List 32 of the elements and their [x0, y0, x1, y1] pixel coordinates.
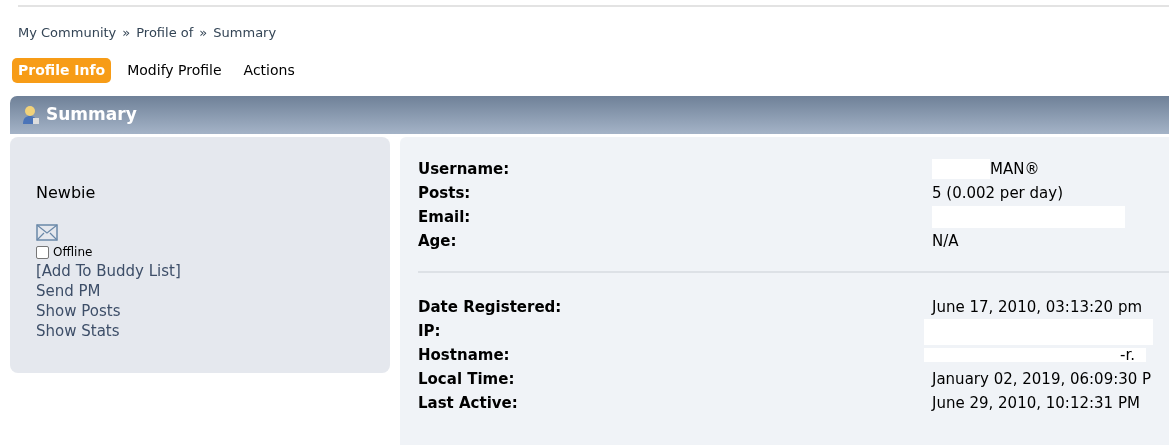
status-label: Offline — [53, 244, 93, 261]
field-value: June 29, 2010, 10:12:31 PM — [932, 393, 1140, 412]
breadcrumb-separator: » — [199, 25, 208, 40]
field-value: 5 (0.002 per day) — [932, 183, 1063, 202]
breadcrumb-link[interactable]: Summary — [213, 25, 277, 40]
tab[interactable]: Modify Profile — [121, 57, 228, 83]
profile-link[interactable]: [Add To Buddy List] — [36, 261, 181, 281]
field-label: Hostname: — [418, 344, 511, 366]
field-label: Username: — [418, 158, 511, 180]
field-value: N/A — [932, 231, 959, 250]
field-value: January 02, 2019, 06:09:30 P — [932, 369, 1152, 388]
breadcrumb-link[interactable]: My Community — [18, 25, 117, 40]
field-label: Age: — [418, 230, 458, 252]
field-value: MAN® — [990, 159, 1040, 178]
breadcrumb-link[interactable]: Profile of — [136, 25, 194, 40]
envelope-icon[interactable] — [36, 223, 58, 241]
section-title: Summary — [46, 102, 137, 126]
field-value: June 17, 2010, 03:13:20 pm — [932, 297, 1143, 316]
tab[interactable]: Actions — [237, 57, 301, 83]
field-label: Email: — [418, 206, 472, 228]
profile-link[interactable]: Send PM — [36, 281, 101, 301]
field-label: Posts: — [418, 182, 472, 204]
field-value: -r. — [1120, 345, 1135, 364]
member-rank: Newbie — [36, 181, 96, 204]
profile-link[interactable]: Show Posts — [36, 301, 121, 321]
field-label: Local Time: — [418, 368, 516, 390]
breadcrumb-separator: » — [122, 25, 131, 40]
field-label: IP: — [418, 320, 442, 342]
profile-link[interactable]: Show Stats — [36, 321, 120, 341]
user-icon — [22, 104, 40, 125]
field-label: Date Registered: — [418, 296, 563, 318]
field-label: Last Active: — [418, 392, 519, 414]
